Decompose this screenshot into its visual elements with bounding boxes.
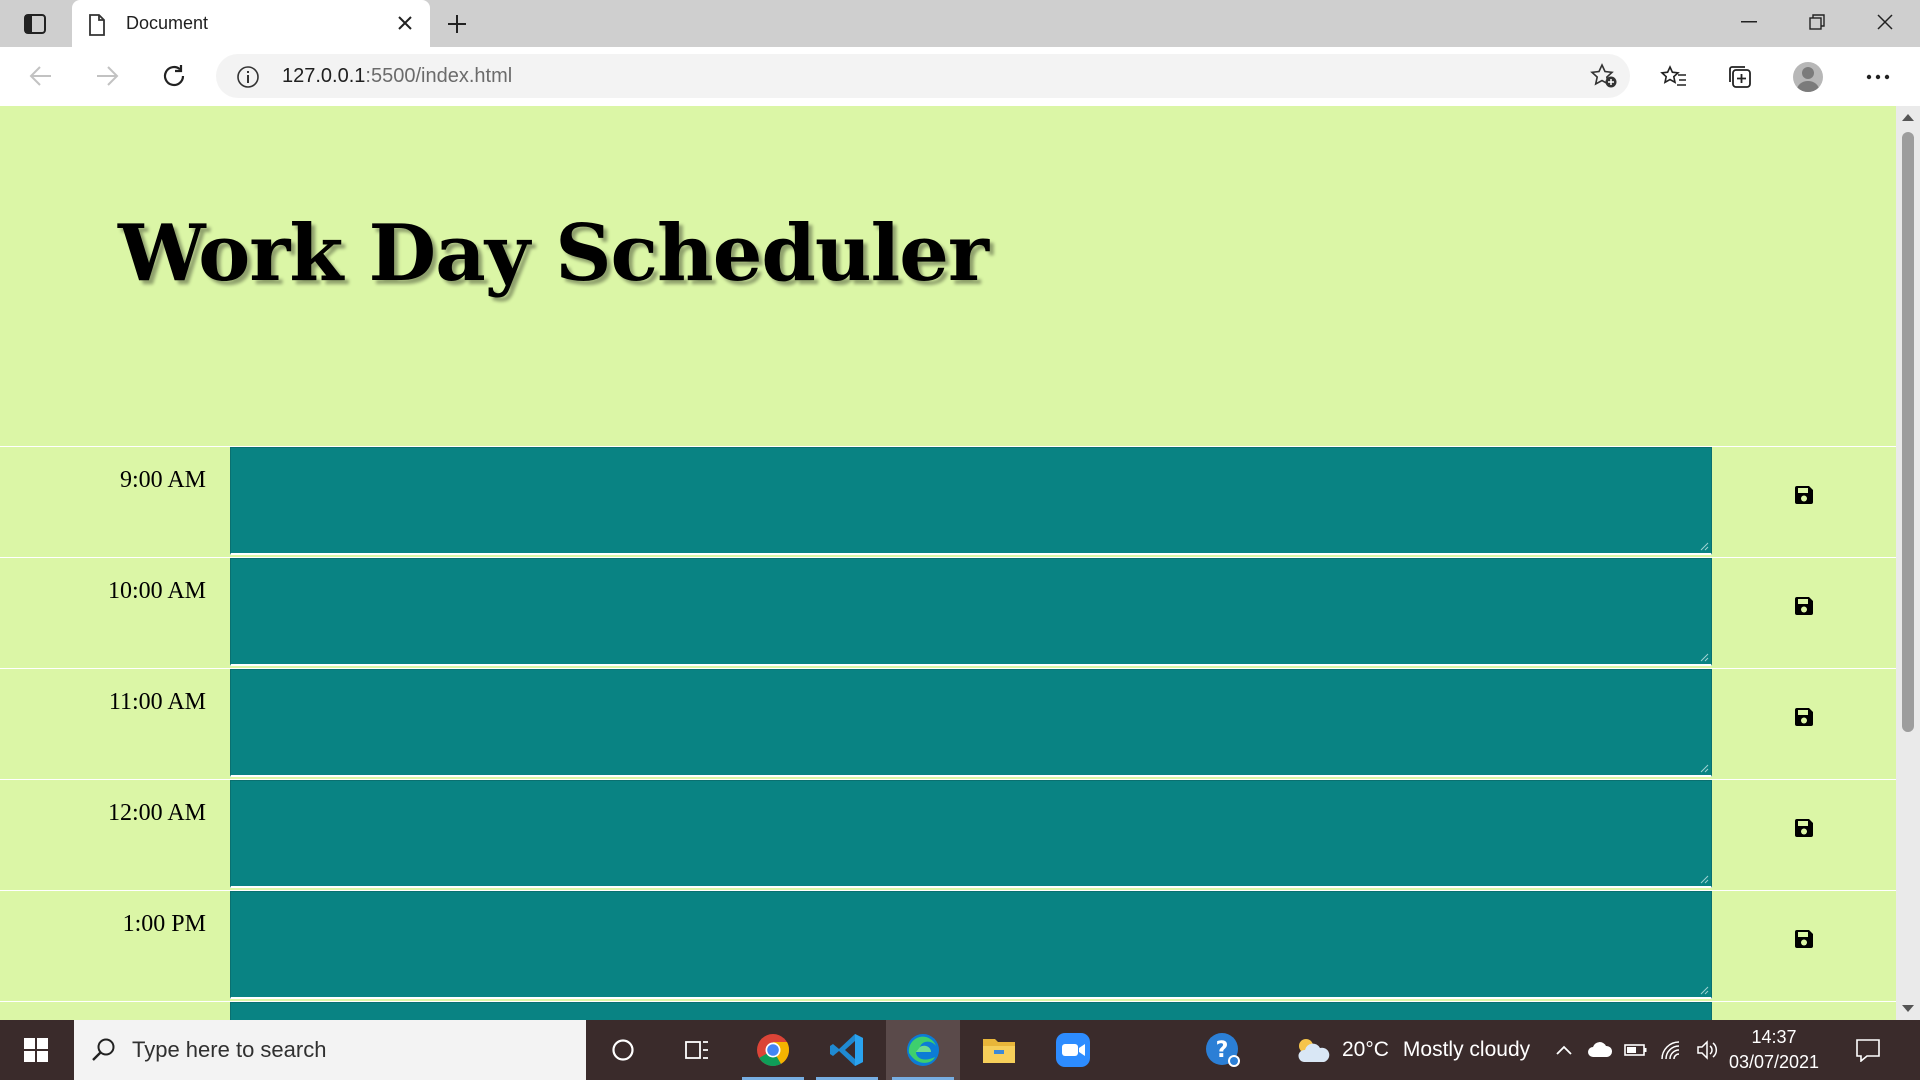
minimize-icon[interactable]	[1716, 0, 1782, 44]
save-button[interactable]	[1790, 592, 1818, 620]
cloudy-weather-icon	[1298, 1039, 1330, 1062]
taskbar: Type here to search ? 20°C Mostly cloudy	[0, 1020, 1920, 1080]
scrollbar-thumb[interactable]	[1902, 132, 1914, 732]
svg-text:?: ?	[1216, 1038, 1229, 1063]
tab-actions-icon[interactable]	[18, 10, 52, 38]
save-button[interactable]	[1790, 481, 1818, 509]
save-button[interactable]	[1790, 703, 1818, 731]
forward-arrow-icon[interactable]	[90, 59, 124, 93]
chevron-up-icon[interactable]	[1550, 1038, 1578, 1062]
floppy-disk-icon	[1795, 930, 1813, 948]
window-close-icon[interactable]	[1852, 0, 1918, 44]
tab-title: Document	[126, 13, 209, 33]
address-bar[interactable]: 127.0.0.1:5500/index.html	[216, 54, 1630, 98]
resize-grip-icon[interactable]	[1699, 763, 1709, 773]
weather-widget[interactable]: 20°C Mostly cloudy	[1294, 1020, 1530, 1080]
site-info-icon[interactable]	[236, 65, 260, 94]
time-block-row	[0, 1001, 1896, 1020]
hour-label: 1:00 PM	[122, 911, 206, 937]
edge-icon[interactable]	[886, 1020, 960, 1080]
url-path: :5500/index.html	[365, 65, 513, 87]
chrome-icon[interactable]	[736, 1020, 810, 1080]
floppy-disk-icon	[1795, 708, 1813, 726]
zoom-icon[interactable]	[1036, 1020, 1110, 1080]
save-button[interactable]	[1790, 925, 1818, 953]
more-options-icon[interactable]	[1860, 59, 1896, 95]
profile-avatar[interactable]	[1790, 59, 1826, 95]
url-text[interactable]: 127.0.0.1:5500/index.html	[282, 65, 512, 88]
battery-icon[interactable]	[1622, 1038, 1650, 1062]
hour-label: 10:00 AM	[107, 578, 206, 604]
system-clock[interactable]: 14:37 03/07/2021	[1728, 1025, 1820, 1075]
avatar-icon	[1793, 62, 1823, 92]
address-toolbar: 127.0.0.1:5500/index.html	[0, 47, 1920, 107]
floppy-disk-icon	[1795, 486, 1813, 504]
event-textarea[interactable]	[230, 558, 1712, 666]
windows-start-icon[interactable]	[0, 1020, 72, 1080]
resize-grip-icon[interactable]	[1699, 985, 1709, 995]
floppy-disk-icon	[1795, 597, 1813, 615]
url-host: 127.0.0.1	[282, 65, 366, 87]
task-view-icon[interactable]	[660, 1020, 734, 1080]
save-button[interactable]	[1790, 814, 1818, 842]
clock-time: 14:37	[1751, 1027, 1797, 1047]
weather-temperature: 20°C	[1342, 1038, 1389, 1061]
hour-label: 11:00 AM	[108, 689, 206, 715]
weather-condition: Mostly cloudy	[1402, 1038, 1531, 1061]
resize-grip-icon[interactable]	[1699, 541, 1709, 551]
resize-grip-icon[interactable]	[1699, 874, 1709, 884]
event-textarea[interactable]	[230, 891, 1712, 999]
vertical-scrollbar[interactable]	[1896, 106, 1920, 1020]
clock-date: 03/07/2021	[1728, 1052, 1820, 1072]
taskbar-search-box[interactable]: Type here to search	[74, 1020, 586, 1080]
cortana-icon[interactable]	[586, 1020, 660, 1080]
floppy-disk-icon	[1795, 819, 1813, 837]
notification-center-icon[interactable]	[1852, 1034, 1884, 1066]
vscode-icon[interactable]	[810, 1020, 884, 1080]
time-blocks: 9:00 AM 10:00 AM 11:00 AM 12:00 AM 1:00 …	[0, 446, 1896, 1020]
new-tab-icon[interactable]	[442, 10, 472, 38]
time-block-row: 9:00 AM	[0, 446, 1896, 557]
restore-icon[interactable]	[1784, 0, 1850, 44]
collections-icon[interactable]	[1722, 59, 1758, 95]
event-textarea[interactable]	[230, 447, 1712, 555]
resize-grip-icon[interactable]	[1699, 652, 1709, 662]
browser-tab-bar: Document	[0, 0, 1920, 47]
hour-label: 12:00 AM	[107, 800, 206, 826]
page-title: Work Day Scheduler	[118, 208, 989, 299]
time-block-row: 12:00 AM	[0, 779, 1896, 890]
hour-label: 9:00 AM	[119, 467, 206, 493]
event-textarea[interactable]	[230, 1002, 1712, 1020]
onedrive-cloud-icon[interactable]	[1586, 1038, 1614, 1062]
scroll-up-icon[interactable]	[1902, 114, 1914, 121]
page-viewport: Work Day Scheduler 9:00 AM 10:00 AM 11:0…	[0, 106, 1896, 1020]
time-block-row: 10:00 AM	[0, 557, 1896, 668]
refresh-icon[interactable]	[157, 59, 191, 93]
search-placeholder: Type here to search	[132, 1037, 327, 1062]
favorites-icon[interactable]	[1656, 59, 1692, 95]
help-icon[interactable]: ?	[1186, 1020, 1260, 1080]
event-textarea[interactable]	[230, 669, 1712, 777]
scroll-down-icon[interactable]	[1902, 1005, 1914, 1012]
volume-icon[interactable]	[1694, 1038, 1722, 1062]
event-textarea[interactable]	[230, 780, 1712, 888]
file-explorer-icon[interactable]	[962, 1020, 1036, 1080]
document-icon	[88, 14, 106, 41]
wifi-icon[interactable]	[1658, 1038, 1686, 1062]
add-favorite-icon[interactable]	[1590, 63, 1618, 94]
close-tab-icon[interactable]	[394, 12, 416, 34]
browser-tab[interactable]: Document	[72, 0, 430, 47]
back-arrow-icon[interactable]	[24, 59, 58, 93]
time-block-row: 1:00 PM	[0, 890, 1896, 1001]
time-block-row: 11:00 AM	[0, 668, 1896, 779]
search-icon	[90, 1036, 118, 1069]
